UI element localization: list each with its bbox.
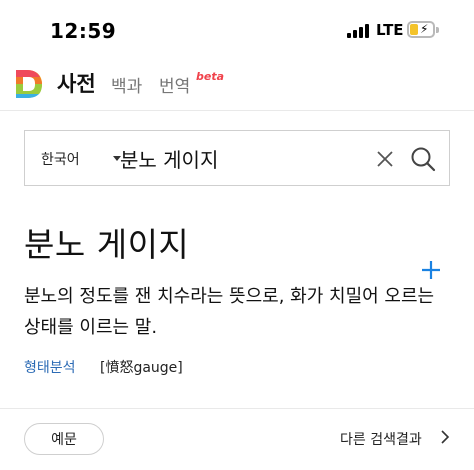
- beta-badge: beta: [196, 70, 225, 83]
- language-select[interactable]: 한국어: [41, 149, 80, 169]
- battery-icon: ⚡: [407, 21, 435, 38]
- clear-icon[interactable]: [374, 148, 396, 170]
- add-to-wordbook-icon[interactable]: [418, 257, 444, 283]
- battery-tip: [436, 27, 439, 33]
- word-origin: [憤怒gauge]: [100, 360, 183, 376]
- search-input[interactable]: [120, 143, 350, 173]
- charging-bolt-icon: ⚡: [420, 22, 429, 36]
- battery-level-fill: [410, 24, 418, 35]
- morphological-analysis-link[interactable]: 형태분석: [24, 357, 76, 377]
- header-divider: [0, 110, 474, 111]
- app-header: 사전 백과 번역 beta: [0, 62, 474, 108]
- entry-title: 분노 게이지: [24, 225, 190, 264]
- tab-dictionary[interactable]: 사전: [57, 68, 96, 98]
- network-type-label: LTE: [376, 21, 404, 39]
- daum-dictionary-logo-icon[interactable]: [14, 68, 44, 100]
- other-results-link[interactable]: 다른 검색결과: [340, 429, 422, 449]
- search-box: 한국어: [24, 130, 450, 186]
- tab-translation[interactable]: 번역: [159, 72, 190, 97]
- cellular-signal-icon: [347, 24, 371, 38]
- example-sentences-button[interactable]: 예문: [24, 423, 104, 455]
- status-bar: 12:59 LTE ⚡: [0, 0, 474, 62]
- footer-divider: [0, 408, 474, 409]
- tab-encyclopedia[interactable]: 백과: [111, 72, 142, 97]
- clock-time: 12:59: [50, 19, 117, 43]
- entry-definition: 분노의 정도를 잰 치수라는 뜻으로, 화가 치밀어 오르는 상태를 이르는 말…: [24, 286, 435, 338]
- chevron-right-icon[interactable]: [440, 429, 450, 445]
- search-icon[interactable]: [409, 145, 437, 173]
